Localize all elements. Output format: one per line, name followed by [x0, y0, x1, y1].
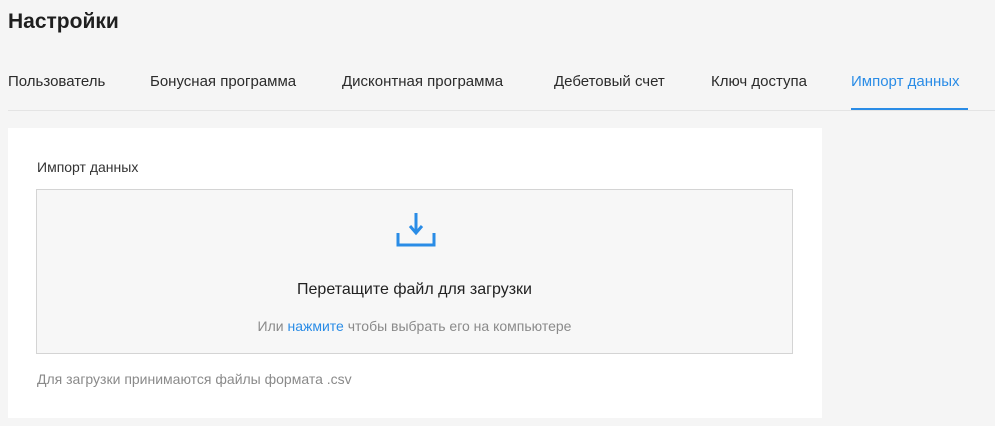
page-title: Настройки	[8, 10, 119, 33]
settings-page: Настройки Пользователь Бонусная программ…	[0, 0, 995, 426]
accepted-format-note: Для загрузки принимаются файлы формата .…	[37, 371, 352, 387]
file-dropzone[interactable]: Перетащите файл для загрузки Или нажмите…	[36, 189, 793, 354]
download-icon	[396, 213, 436, 247]
tab-discount-program[interactable]: Дисконтная программа	[342, 70, 503, 108]
dropzone-title: Перетащите файл для загрузки	[297, 281, 532, 298]
hint-before-text: Или	[257, 318, 284, 334]
tab-data-import[interactable]: Импорт данных	[851, 70, 968, 110]
settings-tabs: Пользователь Бонусная программа Дисконтн…	[8, 70, 995, 111]
hint-after-text: чтобы выбрать его на компьютере	[347, 318, 572, 334]
tab-user[interactable]: Пользователь	[8, 70, 105, 108]
browse-file-link[interactable]: нажмите	[287, 318, 343, 334]
tab-bonus-program[interactable]: Бонусная программа	[150, 70, 296, 108]
import-card: Импорт данных Перетащите файл для загруз…	[8, 128, 822, 418]
tab-debit-account[interactable]: Дебетовый счет	[554, 70, 665, 108]
import-section-title: Импорт данных	[37, 159, 139, 175]
tab-access-key[interactable]: Ключ доступа	[711, 70, 807, 108]
dropzone-hint: Или нажмите чтобы выбрать его на компьют…	[37, 317, 792, 335]
